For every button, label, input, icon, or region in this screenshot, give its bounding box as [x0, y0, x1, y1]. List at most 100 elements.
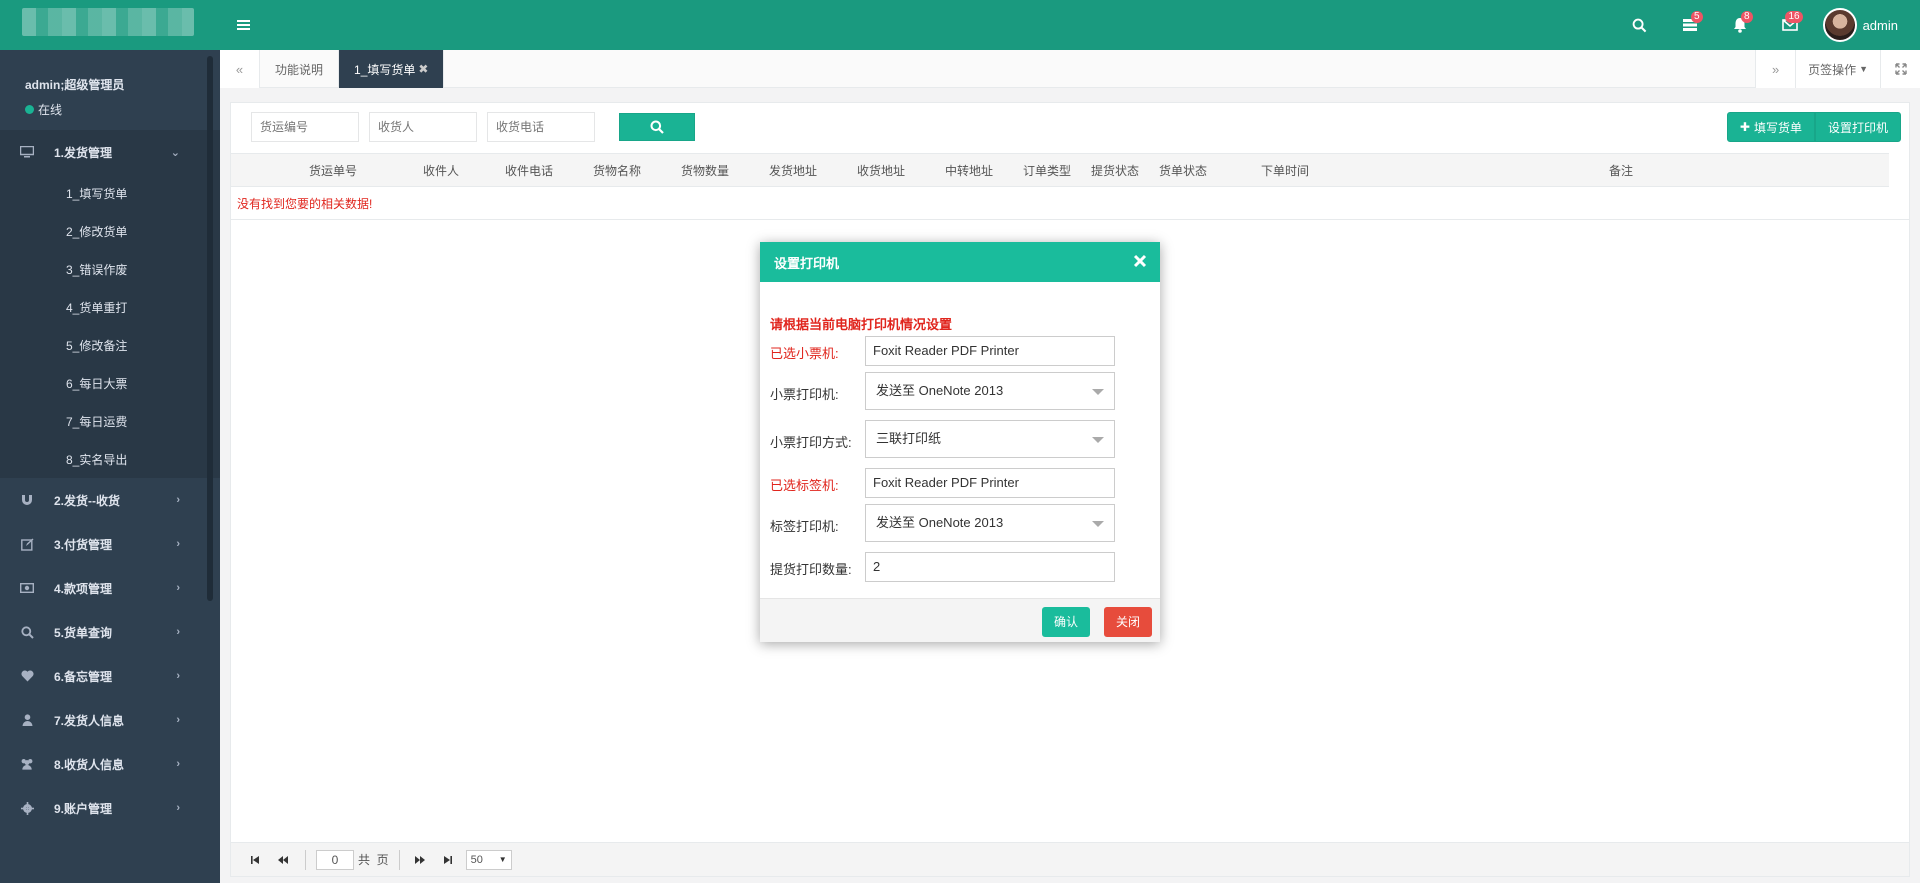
dialog-header: 设置打印机	[760, 242, 1160, 282]
pager-separator	[398, 849, 400, 870]
menu-shipping-management[interactable]: 1.发货管理 ⌄	[0, 130, 220, 174]
avatar	[1822, 8, 1857, 42]
selected-receipt-printer-field[interactable]: Foxit Reader PDF Printer	[865, 336, 1115, 366]
hamburger-menu-icon[interactable]	[236, 17, 252, 33]
fullscreen-button[interactable]	[1880, 50, 1920, 88]
chevron-down-icon: ⌄	[170, 146, 180, 159]
pickup-print-count-input[interactable]: 2	[865, 552, 1115, 582]
column-header[interactable]: 货物数量	[681, 154, 729, 188]
menu-payment-management[interactable]: 4.款项管理 ›	[0, 566, 220, 610]
fill-waybill-button[interactable]: ✚ 填写货单	[1726, 112, 1815, 142]
table-header: 货运单号 收件人 收件电话 货物名称 货物数量 发货地址 收货地址 中转地址 订…	[231, 153, 1889, 187]
set-printer-button[interactable]: 设置打印机	[1814, 112, 1901, 142]
submenu-fill-waybill[interactable]: 1_填写货单	[0, 174, 220, 212]
selected-label-printer-field[interactable]: Foxit Reader PDF Printer	[865, 468, 1115, 498]
column-header[interactable]: 收货地址	[857, 154, 905, 188]
column-header[interactable]: 收件人	[423, 154, 459, 188]
chevron-right-icon: ›	[176, 758, 180, 770]
column-header[interactable]: 提货状态	[1091, 154, 1139, 188]
menu-label: 6.备忘管理	[54, 669, 113, 684]
tab-bar: « 功能说明 1_填写货单 ✖ » 页签操作 ▼	[220, 50, 1920, 88]
menu-ship-receive[interactable]: 2.发货--收货 ›	[0, 478, 220, 522]
tab-operations-dropdown[interactable]: 页签操作 ▼	[1795, 50, 1880, 88]
column-header[interactable]: 货物名称	[593, 154, 641, 188]
double-right-icon: »	[1771, 61, 1780, 77]
waybill-number-input[interactable]	[251, 112, 359, 142]
page-size-select[interactable]: 50	[465, 849, 512, 870]
top-search-button[interactable]	[1615, 0, 1665, 50]
close-button[interactable]: 关闭	[1103, 607, 1152, 637]
column-header[interactable]: 下单时间	[1261, 154, 1309, 188]
expand-icon	[1894, 63, 1907, 75]
field-label: 小票打印方式:	[770, 435, 852, 450]
heart-icon	[20, 670, 34, 682]
submenu-edit-remark[interactable]: 5_修改备注	[0, 326, 220, 364]
submenu-reprint-waybill[interactable]: 4_货单重打	[0, 288, 220, 326]
dialog-body: 请根据当前电脑打印机情况设置 已选小票机: Foxit Reader PDF P…	[760, 282, 1160, 588]
column-header[interactable]: 货单状态	[1159, 154, 1207, 188]
menu-label: 5.货单查询	[54, 625, 113, 640]
tab-scroll-left-button[interactable]: «	[220, 50, 260, 88]
receipt-printer-select[interactable]: 发送至 OneNote 2013	[865, 372, 1115, 410]
field-label: 标签打印机:	[770, 519, 839, 534]
tab-function-description[interactable]: 功能说明	[260, 50, 340, 88]
confirm-button[interactable]: 确认	[1041, 607, 1090, 637]
menu-label: 3.付货管理	[54, 537, 113, 552]
menu-delivery-management[interactable]: 3.付货管理 ›	[0, 522, 220, 566]
close-tab-icon[interactable]: ✖	[418, 62, 428, 76]
chevron-right-icon: ›	[176, 670, 180, 682]
submenu-edit-waybill[interactable]: 2_修改货单	[0, 212, 220, 250]
action-button-group: ✚ 填写货单 设置打印机	[1726, 112, 1901, 142]
column-header[interactable]: 备注	[1609, 154, 1633, 188]
monitor-icon	[20, 146, 34, 158]
receiver-phone-input[interactable]	[487, 112, 595, 142]
tab-scroll-right-button[interactable]: »	[1755, 50, 1796, 88]
caret-down-icon: ▼	[1859, 64, 1868, 74]
money-icon	[20, 583, 34, 593]
last-page-icon[interactable]	[438, 850, 458, 870]
pager-separator	[305, 849, 306, 870]
top-navbar: 5 8 16 admin	[0, 0, 1920, 50]
receipt-print-mode-select[interactable]: 三联打印纸	[865, 420, 1115, 458]
search-toolbar: ✚ 填写货单 设置打印机	[231, 103, 1909, 153]
chevron-right-icon: ›	[176, 538, 180, 550]
menu-receiver-info[interactable]: 8.收货人信息 ›	[0, 742, 220, 786]
user-name: admin	[1862, 17, 1898, 33]
search-button[interactable]	[619, 113, 695, 141]
menu-memo-management[interactable]: 6.备忘管理 ›	[0, 654, 220, 698]
search-icon	[20, 625, 34, 639]
messages-button[interactable]: 16	[1765, 0, 1815, 50]
label-printer-select[interactable]: 发送至 OneNote 2013	[865, 504, 1115, 542]
receiver-input[interactable]	[369, 112, 477, 142]
user-menu[interactable]: admin	[1815, 0, 1920, 50]
next-page-icon[interactable]	[410, 850, 430, 870]
previous-page-icon[interactable]	[273, 850, 293, 870]
menu-waybill-query[interactable]: 5.货单查询 ›	[0, 610, 220, 654]
fill-waybill-label: 填写货单	[1753, 120, 1802, 135]
magnet-icon	[20, 494, 34, 506]
column-header[interactable]: 发货地址	[769, 154, 817, 188]
menu-account-management[interactable]: 9.账户管理 ›	[0, 786, 220, 830]
menu-sender-info[interactable]: 7.发货人信息 ›	[0, 698, 220, 742]
column-header[interactable]: 中转地址	[945, 154, 993, 188]
column-header[interactable]: 货运单号	[309, 154, 357, 188]
close-icon[interactable]	[1132, 253, 1148, 269]
submenu-daily-freight[interactable]: 7_每日运费	[0, 402, 220, 440]
submenu-void-error[interactable]: 3_错误作废	[0, 250, 220, 288]
submenu-realname-export[interactable]: 8_实名导出	[0, 440, 220, 478]
column-header[interactable]: 收件电话	[505, 154, 553, 188]
tab-fill-waybill[interactable]: 1_填写货单 ✖	[339, 50, 445, 88]
menu-label: 4.款项管理	[54, 581, 113, 596]
field-row-selected-receipt-printer: 已选小票机: Foxit Reader PDF Printer	[770, 336, 1160, 372]
online-dot-icon	[25, 105, 34, 114]
column-header[interactable]: 订单类型	[1023, 154, 1071, 188]
tasks-button[interactable]: 5	[1665, 0, 1715, 50]
submenu-daily-ticket[interactable]: 6_每日大票	[0, 364, 220, 402]
field-row-receipt-printer: 小票打印机: 发送至 OneNote 2013	[770, 372, 1160, 420]
sidebar: admin;超级管理员 在线 1.发货管理 ⌄ 1_填写货单 2_修改货单 3_…	[0, 50, 220, 883]
profile-name: admin;超级管理员	[25, 78, 125, 92]
notifications-button[interactable]: 8	[1715, 0, 1765, 50]
first-page-icon[interactable]	[245, 850, 265, 870]
field-label: 已选小票机:	[770, 346, 839, 361]
page-number-input[interactable]: 0	[316, 849, 354, 870]
